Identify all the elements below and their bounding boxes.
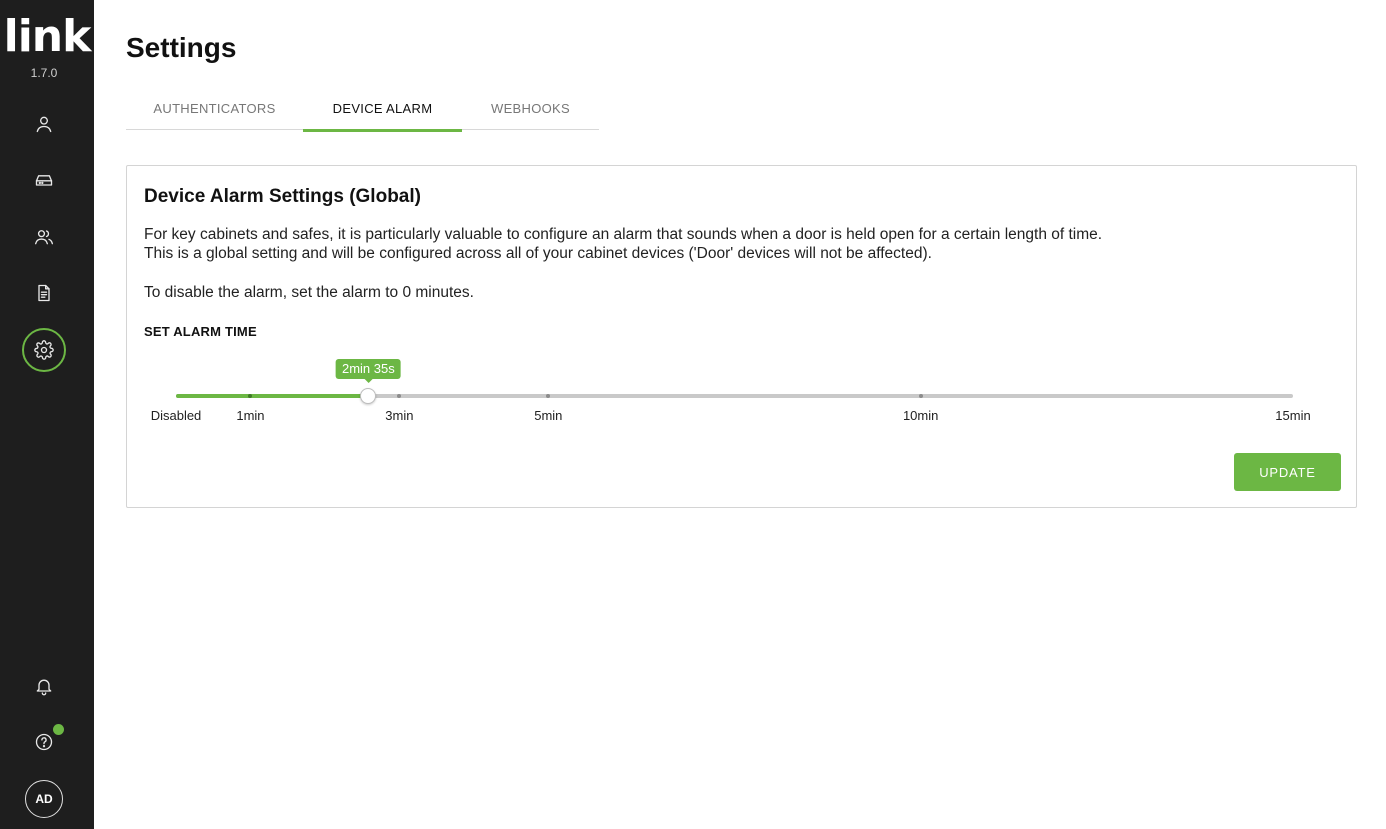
- slider-fill: [176, 394, 369, 398]
- nav-devices-button[interactable]: [22, 158, 66, 202]
- help-icon: [35, 733, 53, 751]
- description-line-2: This is a global setting and will be con…: [144, 245, 932, 262]
- device-alarm-card: Device Alarm Settings (Global) For key c…: [126, 165, 1357, 508]
- description-line-1: For key cabinets and safes, it is partic…: [144, 226, 1103, 243]
- slider-value-label: 2min 35s: [335, 359, 401, 383]
- slider-mark-label[interactable]: Disabled: [151, 408, 202, 423]
- slider-mark-label[interactable]: 15min: [1275, 408, 1310, 423]
- users-group-icon: [35, 230, 53, 245]
- app-version: 1.7.0: [30, 66, 58, 80]
- page-title: Settings: [126, 32, 237, 63]
- slider-mark-label[interactable]: 3min: [385, 408, 413, 423]
- description-line-3: To disable the alarm, set the alarm to 0…: [144, 284, 474, 301]
- slider-mark-label[interactable]: 10min: [903, 408, 938, 423]
- update-button[interactable]: UPDATE: [1234, 453, 1341, 491]
- tab-device-alarm[interactable]: DEVICE ALARM: [303, 92, 462, 132]
- tab-authenticators[interactable]: AUTHENTICATORS: [126, 92, 303, 130]
- nav-settings-button[interactable]: [22, 328, 66, 372]
- nav-groups-button[interactable]: [22, 215, 66, 259]
- notifications-button[interactable]: [22, 664, 66, 708]
- document-icon: [38, 284, 50, 302]
- bell-icon: [36, 679, 52, 696]
- alarm-time-label: SET ALARM TIME: [144, 324, 257, 339]
- slider-mark-label[interactable]: 5min: [534, 408, 562, 423]
- sidebar: link 1.7.0 AD: [0, 0, 94, 829]
- slider-thumb[interactable]: [360, 388, 377, 404]
- user-icon: [36, 116, 52, 133]
- gear-icon: [34, 340, 54, 360]
- card-title: Device Alarm Settings (Global): [144, 186, 421, 207]
- app-logo: link: [3, 11, 92, 62]
- nav-users-button[interactable]: [22, 102, 66, 146]
- device-icon: [35, 175, 53, 186]
- user-avatar[interactable]: AD: [25, 780, 63, 818]
- slider-tick: [397, 394, 402, 398]
- slider-mark-label[interactable]: 1min: [236, 408, 264, 423]
- settings-tabs: AUTHENTICATORS DEVICE ALARM WEBHOOKS: [126, 92, 599, 132]
- nav-reports-button[interactable]: [22, 271, 66, 315]
- alarm-time-slider[interactable]: Disabled 1min 3min 5min 10min 15min 2min 35s: [151, 359, 1311, 423]
- slider-tick: [546, 394, 551, 398]
- slider-tick: [918, 394, 923, 398]
- tab-webhooks[interactable]: WEBHOOKS: [462, 92, 599, 130]
- help-status-badge: [53, 724, 64, 735]
